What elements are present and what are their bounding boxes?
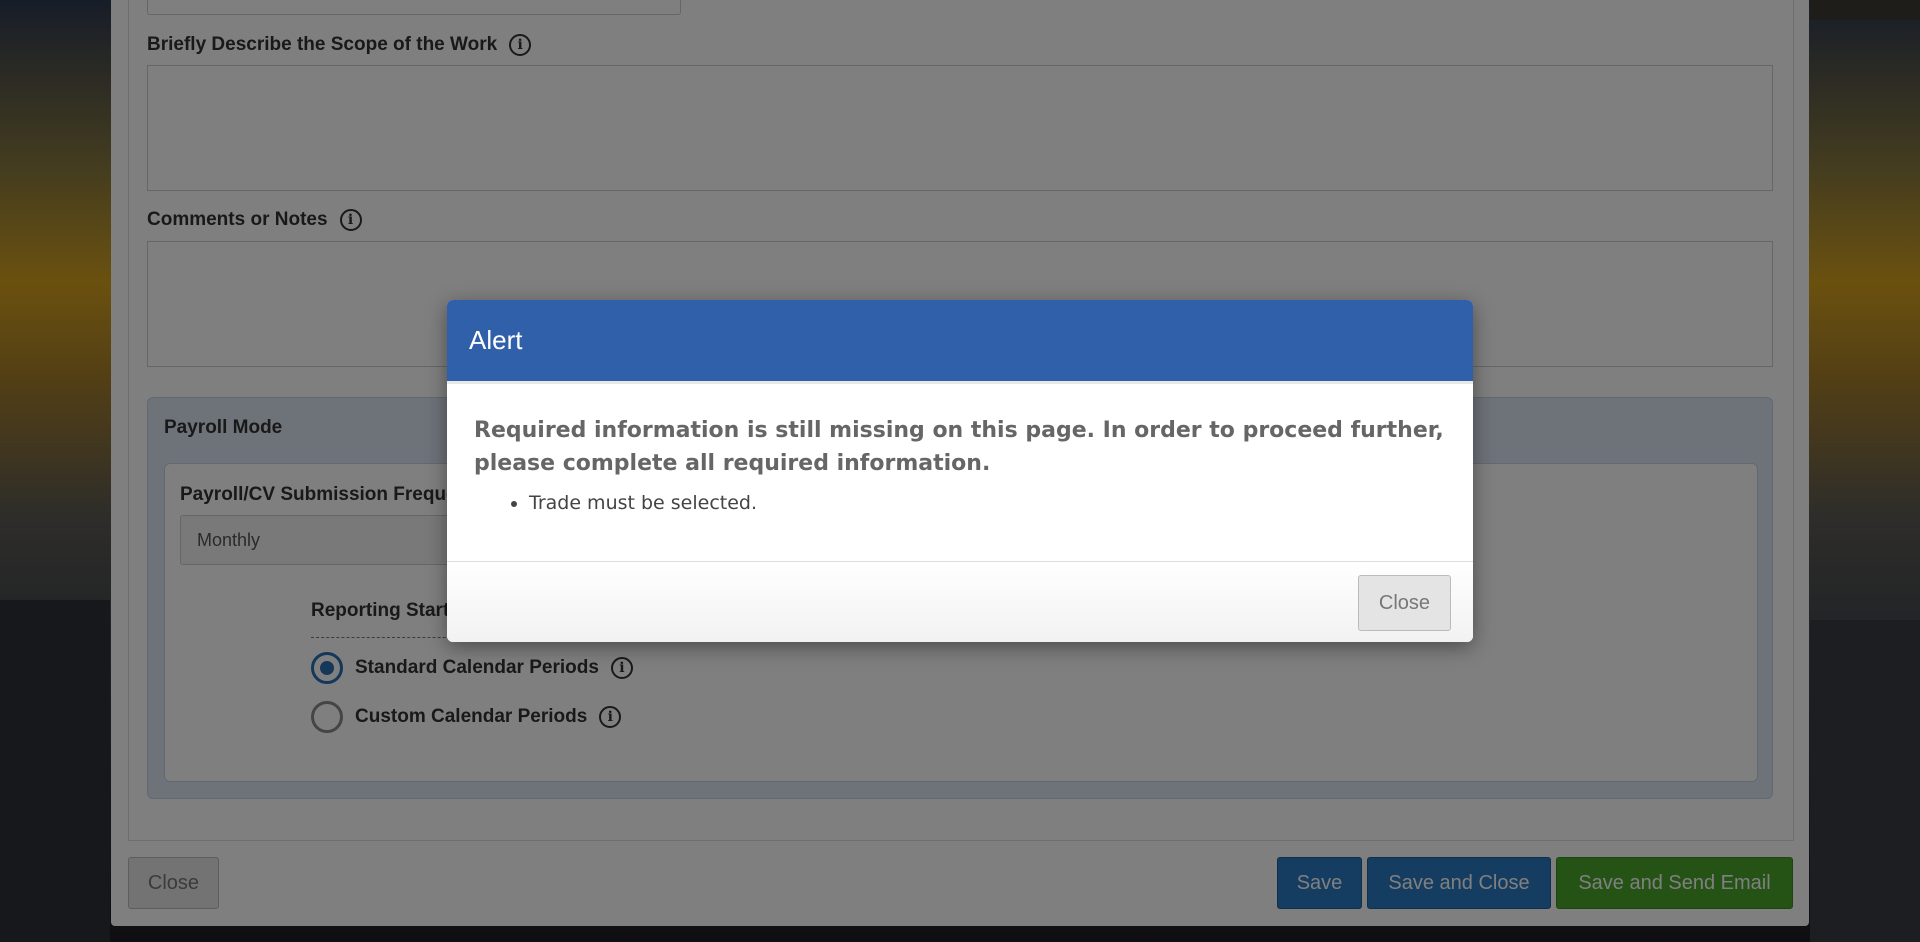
alert-message: Required information is still missing on…	[474, 418, 1444, 476]
alert-body: Required information is still missing on…	[447, 384, 1473, 514]
alert-footer: Close	[447, 561, 1473, 642]
list-item: Trade must be selected.	[529, 492, 1446, 514]
alert-dialog: Alert Required information is still miss…	[447, 300, 1473, 642]
alert-header: Alert	[447, 300, 1473, 384]
alert-title: Alert	[469, 325, 523, 355]
alert-close-button[interactable]: Close	[1358, 575, 1451, 631]
alert-error-list: Trade must be selected.	[474, 492, 1446, 514]
